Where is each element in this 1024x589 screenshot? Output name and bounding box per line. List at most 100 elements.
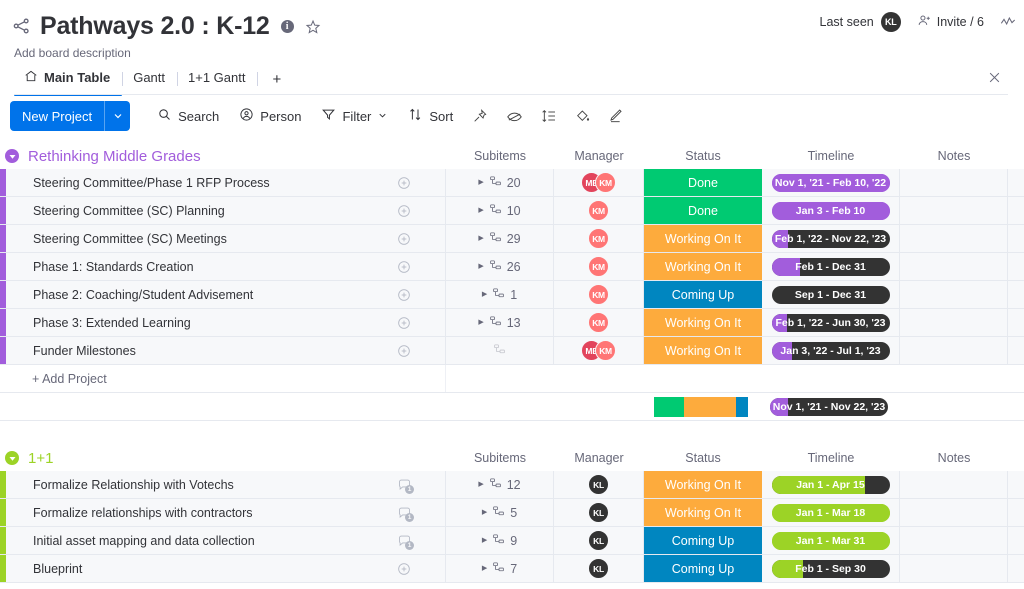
status-summary[interactable]	[642, 396, 760, 417]
timeline-summary[interactable]: Nov 1, '21 - Nov 22, '23	[760, 397, 898, 416]
cell-notes[interactable]	[900, 169, 1008, 196]
cell-timeline[interactable]: Sep 1 - Dec 31	[762, 281, 900, 308]
avatar[interactable]: KL	[880, 12, 901, 32]
cell-status[interactable]: Working On It	[644, 253, 762, 280]
add-comment-icon[interactable]	[396, 315, 412, 331]
avatar[interactable]: KL	[588, 558, 609, 579]
expand-subitems-icon[interactable]: ▶	[478, 319, 483, 326]
avatar[interactable]: KM	[595, 172, 616, 193]
table-row[interactable]: Phase 3: Extended Learning ▶ 13 KM Workin…	[0, 309, 1024, 337]
add-comment-icon[interactable]	[396, 231, 412, 247]
cell-subitems[interactable]: ▶ 5	[446, 499, 554, 526]
cell-item-name[interactable]: Formalize relationships with contractors…	[6, 499, 446, 526]
cell-notes[interactable]	[900, 253, 1008, 280]
cell-extra[interactable]	[1008, 309, 1024, 336]
cell-timeline[interactable]: Nov 1, '21 - Feb 10, '22	[762, 169, 900, 196]
cell-subitems[interactable]	[446, 337, 554, 364]
cell-status[interactable]: Working On It	[644, 309, 762, 336]
cell-manager[interactable]: ME KM	[554, 337, 644, 364]
cell-status[interactable]: Working On It	[644, 499, 762, 526]
expand-subitems-icon[interactable]: ▶	[482, 509, 487, 516]
add-comment-icon[interactable]	[396, 561, 412, 577]
cell-manager[interactable]: KM	[554, 225, 644, 252]
cell-notes[interactable]	[900, 337, 1008, 364]
cell-item-name[interactable]: Formalize Relationship with Votechs 1	[6, 471, 446, 498]
cell-extra[interactable]	[1008, 499, 1024, 526]
tab-gantt[interactable]: Gantt	[123, 67, 177, 95]
cell-extra[interactable]	[1008, 225, 1024, 252]
cell-item-name[interactable]: Steering Committee/Phase 1 RFP Process	[6, 169, 446, 196]
cell-subitems[interactable]: ▶ 7	[446, 555, 554, 582]
cell-item-name[interactable]: Initial asset mapping and data collectio…	[6, 527, 446, 554]
cell-timeline[interactable]: Jan 1 - Mar 31	[762, 527, 900, 554]
cell-manager[interactable]: KM	[554, 281, 644, 308]
avatar[interactable]: KL	[588, 530, 609, 551]
timeline-pill[interactable]: Feb 1 - Sep 30	[771, 559, 890, 578]
activity-icon[interactable]	[1000, 14, 1016, 30]
cell-status[interactable]: Done	[644, 197, 762, 224]
expand-subitems-icon[interactable]: ▶	[478, 235, 483, 242]
timeline-pill[interactable]: Sep 1 - Dec 31	[771, 285, 890, 304]
new-project-button[interactable]: New Project	[10, 101, 105, 131]
collapse-icon[interactable]	[5, 451, 19, 465]
cell-timeline[interactable]: Jan 3 - Feb 10	[762, 197, 900, 224]
add-comment-icon[interactable]	[396, 203, 412, 219]
cell-status[interactable]: Coming Up	[644, 281, 762, 308]
cell-status[interactable]: Working On It	[644, 337, 762, 364]
share-nodes-icon[interactable]	[12, 16, 32, 36]
avatar[interactable]: KL	[588, 502, 609, 523]
cell-manager[interactable]: KM	[554, 309, 644, 336]
cell-subitems[interactable]: ▶ 13	[446, 309, 554, 336]
invite-button[interactable]: Invite / 6	[917, 13, 984, 31]
cell-subitems[interactable]: ▶ 10	[446, 197, 554, 224]
board-description[interactable]: Add board description	[14, 46, 1008, 63]
cell-extra[interactable]	[1008, 527, 1024, 554]
table-row[interactable]: Steering Committee/Phase 1 RFP Process ▶…	[0, 169, 1024, 197]
cell-notes[interactable]	[900, 471, 1008, 498]
cell-extra[interactable]	[1008, 337, 1024, 364]
cell-notes[interactable]	[900, 225, 1008, 252]
cell-subitems[interactable]: ▶ 12	[446, 471, 554, 498]
cell-manager[interactable]: KL	[554, 555, 644, 582]
cell-subitems[interactable]: ▶ 29	[446, 225, 554, 252]
cell-subitems[interactable]: ▶ 1	[446, 281, 554, 308]
cell-notes[interactable]	[900, 309, 1008, 336]
add-project-row[interactable]: + Add Project	[0, 365, 1024, 393]
cell-item-name[interactable]: Steering Committee (SC) Planning	[6, 197, 446, 224]
cell-item-name[interactable]: Phase 2: Coaching/Student Advisement	[6, 281, 446, 308]
expand-subitems-icon[interactable]: ▶	[478, 481, 483, 488]
expand-subitems-icon[interactable]: ▶	[478, 207, 483, 214]
add-comment-icon[interactable]	[396, 287, 412, 303]
cell-item-name[interactable]: Steering Committee (SC) Meetings	[6, 225, 446, 252]
eye-off-icon[interactable]	[498, 102, 531, 131]
cell-manager[interactable]: KL	[554, 471, 644, 498]
expand-subitems-icon[interactable]: ▶	[478, 179, 483, 186]
timeline-pill[interactable]: Nov 1, '21 - Feb 10, '22	[771, 173, 890, 192]
avatar[interactable]: KM	[588, 200, 609, 221]
cell-extra[interactable]	[1008, 471, 1024, 498]
group-title[interactable]: 1+1	[28, 450, 53, 467]
cell-subitems[interactable]: ▶ 9	[446, 527, 554, 554]
expand-subitems-icon[interactable]: ▶	[482, 537, 487, 544]
timeline-pill[interactable]: Feb 1 - Dec 31	[771, 257, 890, 276]
cell-timeline[interactable]: Jan 3, '22 - Jul 1, '23	[762, 337, 900, 364]
expand-subitems-icon[interactable]: ▶	[482, 565, 487, 572]
cell-timeline[interactable]: Feb 1, '22 - Nov 22, '23	[762, 225, 900, 252]
cell-notes[interactable]	[900, 197, 1008, 224]
cell-status[interactable]: Coming Up	[644, 527, 762, 554]
cell-manager[interactable]: KL	[554, 499, 644, 526]
timeline-pill[interactable]: Jan 1 - Apr 15	[771, 475, 890, 494]
table-row[interactable]: Formalize relationships with contractors…	[0, 499, 1024, 527]
table-row[interactable]: Formalize Relationship with Votechs 1 ▶ 12…	[0, 471, 1024, 499]
timeline-pill[interactable]: Jan 3 - Feb 10	[771, 201, 890, 220]
avatar[interactable]: KL	[588, 474, 609, 495]
cell-item-name[interactable]: Blueprint	[6, 555, 446, 582]
cell-status[interactable]: Coming Up	[644, 555, 762, 582]
cell-item-name[interactable]: Funder Milestones	[6, 337, 446, 364]
cell-timeline[interactable]: Feb 1, '22 - Jun 30, '23	[762, 309, 900, 336]
cell-item-name[interactable]: Phase 3: Extended Learning	[6, 309, 446, 336]
avatar[interactable]: KM	[588, 312, 609, 333]
cell-timeline[interactable]: Jan 1 - Apr 15	[762, 471, 900, 498]
table-row[interactable]: Funder Milestones ME KM Working On It Jan…	[0, 337, 1024, 365]
avatar[interactable]: KM	[595, 340, 616, 361]
